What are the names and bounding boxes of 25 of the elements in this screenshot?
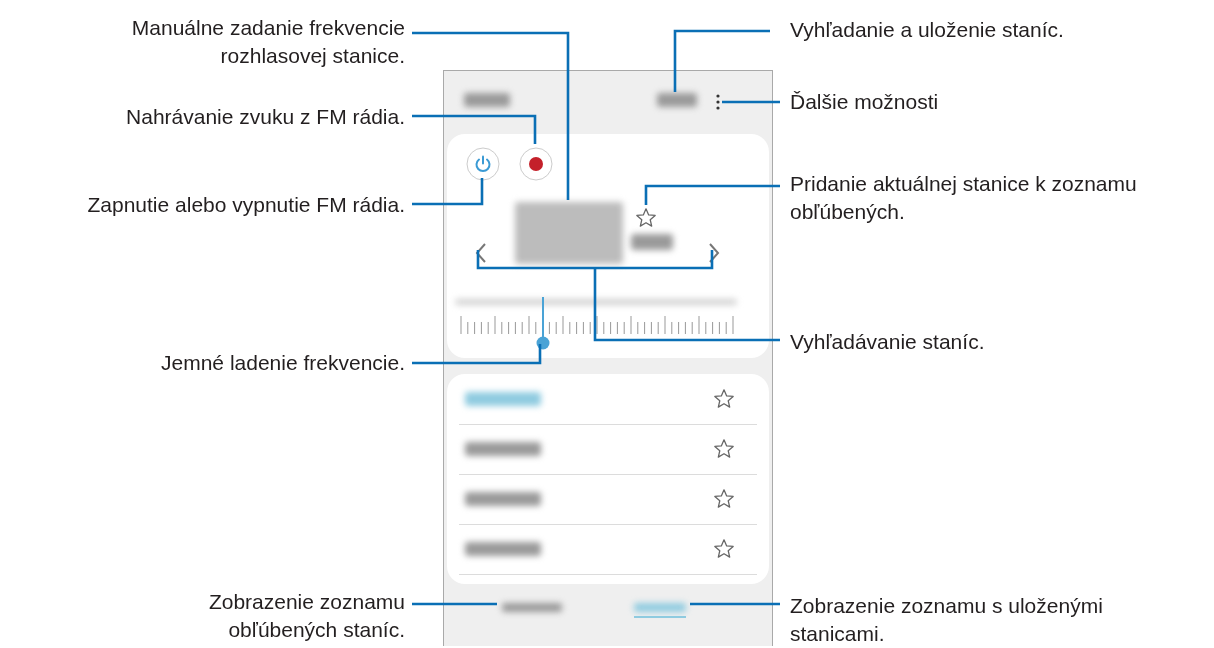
callout-label: Manuálne zadanie frekvencie rozhlasovej stanice. (130, 15, 405, 69)
blurred-title (464, 93, 510, 107)
callout-label: Jemné ladenie frekvencie. (160, 350, 405, 376)
callout-label: Zapnutie alebo vypnutie FM rádia. (86, 192, 405, 218)
callout-label: Nahrávanie zvuku z FM rádia. (125, 104, 405, 130)
callout-label: Vyhľadanie a uloženie staníc. (790, 17, 1065, 43)
star-icon[interactable] (713, 438, 735, 460)
callout-label: Zobrazenie zoznamu s uloženými stanicami. (790, 593, 1104, 647)
leader-line (722, 100, 780, 104)
previous-icon[interactable] (475, 242, 487, 264)
scan-button[interactable] (657, 93, 697, 107)
next-icon[interactable] (708, 242, 720, 264)
star-icon[interactable] (713, 488, 735, 510)
star-icon[interactable] (713, 538, 735, 560)
star-icon[interactable] (713, 388, 735, 410)
blurred-unit (631, 234, 673, 250)
callout-label: Zobrazenie zoznamu obľúbených staníc. (207, 589, 405, 643)
callout-label: Ďalšie možnosti (790, 89, 940, 115)
callout-label: Pridanie aktuálnej stanice k zoznamu obľúbených. (790, 171, 1138, 225)
star-icon[interactable] (635, 207, 657, 229)
power-button[interactable] (466, 147, 500, 181)
record-button[interactable] (519, 147, 553, 181)
more-options-icon[interactable] (716, 94, 720, 110)
slider-thumb[interactable] (535, 297, 550, 351)
callout-label: Vyhľadávanie staníc. (790, 329, 986, 355)
